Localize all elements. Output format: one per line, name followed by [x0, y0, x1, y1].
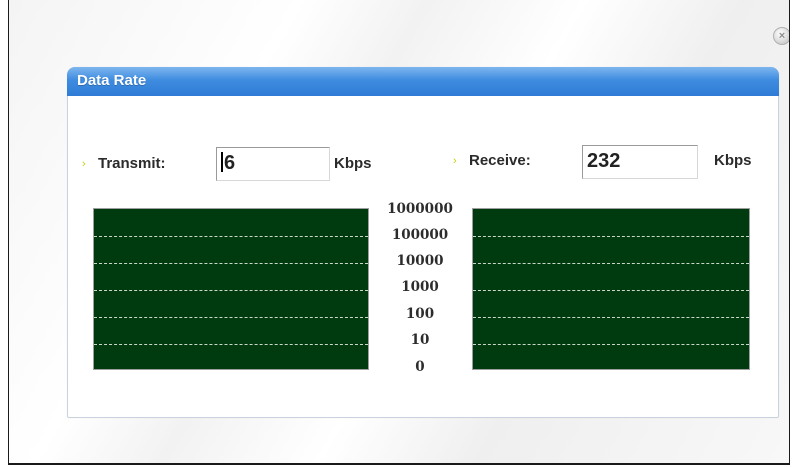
scale-label: 1000000	[387, 201, 453, 217]
scale-label: 0	[415, 359, 425, 375]
receive-unit: Kbps	[714, 152, 752, 169]
grid-line	[473, 263, 749, 264]
transmit-value: 6	[224, 152, 236, 174]
grid-line	[473, 290, 749, 291]
close-icon[interactable]: ×	[773, 27, 789, 45]
receive-bullet-icon: ›	[453, 154, 457, 167]
transmit-label-group: › Transmit:	[82, 155, 166, 172]
scale-label: 10	[410, 332, 430, 348]
grid-line	[94, 344, 368, 345]
text-cursor	[221, 152, 223, 172]
transmit-bullet-icon: ›	[82, 157, 86, 170]
grid-line	[473, 317, 749, 318]
grid-line	[94, 236, 368, 237]
scale-label: 10000	[396, 253, 444, 269]
transmit-label: Transmit:	[98, 155, 166, 172]
transmit-graph	[93, 208, 369, 370]
receive-value: 232	[587, 150, 621, 172]
data-rate-window: × Data Rate › Transmit: 6 Kbps › Receive…	[8, 0, 790, 465]
panel-title: Data Rate	[77, 72, 147, 89]
close-symbol: ×	[778, 29, 786, 42]
grid-line	[94, 317, 368, 318]
data-rate-panel: Data Rate › Transmit: 6 Kbps › Receive: …	[67, 67, 779, 418]
grid-line	[94, 263, 368, 264]
grid-line	[473, 344, 749, 345]
receive-graph	[472, 208, 750, 370]
receive-label-group: › Receive:	[453, 152, 531, 169]
receive-label: Receive:	[469, 152, 531, 169]
transmit-unit: Kbps	[334, 155, 372, 172]
scale-label: 100	[405, 306, 435, 322]
scale-label: 1000	[401, 279, 439, 295]
receive-value-field[interactable]: 232	[582, 145, 698, 179]
panel-header: Data Rate	[67, 67, 779, 96]
transmit-value-field[interactable]: 6	[216, 147, 330, 181]
grid-line	[94, 290, 368, 291]
grid-line	[473, 236, 749, 237]
scale-label: 100000	[391, 227, 449, 243]
